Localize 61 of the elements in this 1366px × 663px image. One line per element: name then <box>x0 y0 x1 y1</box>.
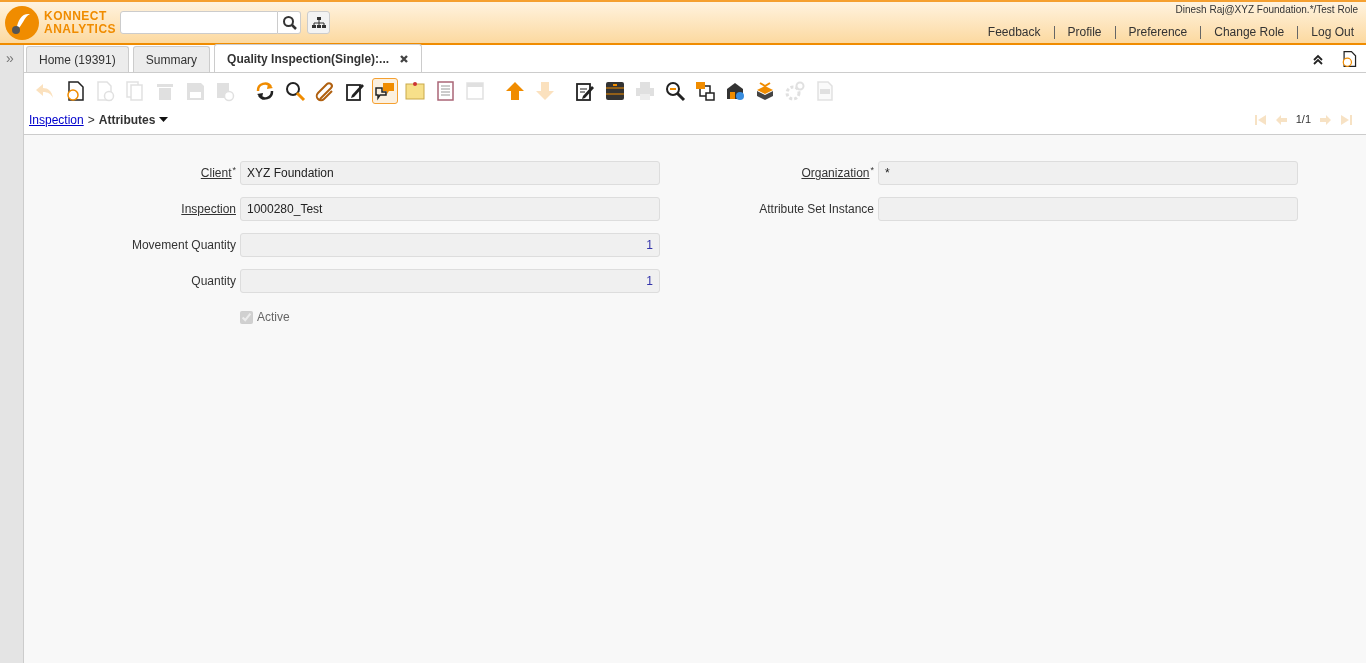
tab-label: Quality Inspection(Single):... <box>227 50 390 68</box>
up-arrow-icon <box>504 80 526 102</box>
chat-bubbles-button[interactable] <box>372 78 398 104</box>
search-button[interactable] <box>278 11 302 34</box>
logo-text: ANALYTICS <box>44 22 117 36</box>
breadcrumb-dropdown[interactable]: Attributes <box>98 110 169 129</box>
header-link[interactable]: Feedback <box>974 26 1054 39</box>
csv-file-icon <box>814 80 836 102</box>
field-label: Attribute Set Instance <box>759 201 874 218</box>
header-link[interactable]: Log Out <box>1297 26 1362 39</box>
calendar-icon <box>464 80 486 102</box>
save-new-icon <box>214 80 236 102</box>
down-arrow-icon <box>534 80 556 102</box>
header-link[interactable]: Profile <box>1053 26 1115 39</box>
field-label: Quantity <box>191 273 236 290</box>
input-field[interactable] <box>878 197 1298 221</box>
user-role-text: Dinesh Raj@XYZ Foundation.*/Test Role <box>1175 3 1359 17</box>
input-field[interactable]: XYZ Foundation <box>240 161 660 185</box>
input-field[interactable]: 1000280_Test <box>240 197 660 221</box>
input-field[interactable]: * <box>878 161 1298 185</box>
logo-mark-icon <box>4 4 40 41</box>
field-label-link[interactable]: Organization <box>801 164 870 182</box>
tab[interactable]: Home (19391) <box>26 46 129 72</box>
caret-icon <box>159 117 169 122</box>
copy-icon <box>124 80 146 102</box>
page-counter: 1/1 <box>1295 112 1311 128</box>
zoom-icon <box>664 80 686 102</box>
breadcrumb-separator: > <box>87 111 95 129</box>
expand-toggle[interactable]: » <box>0 45 14 65</box>
package-icon <box>754 80 776 102</box>
header-link[interactable]: Change Role <box>1200 26 1298 39</box>
search-icon <box>284 80 306 102</box>
search-field[interactable] <box>120 11 279 34</box>
input-field[interactable]: 1 <box>240 269 660 293</box>
product-info-icon <box>724 80 746 102</box>
field-label: Movement Quantity <box>131 237 236 254</box>
printer-icon <box>634 80 656 102</box>
required-mark: * <box>232 164 236 175</box>
required-mark: * <box>870 164 874 177</box>
field-label-link[interactable]: Inspection <box>181 200 236 218</box>
workflow-icon <box>694 80 716 102</box>
checkbox-label: Active <box>257 309 290 326</box>
sticky-note-icon <box>404 80 426 102</box>
tab[interactable]: Summary <box>132 46 211 72</box>
help-document-icon[interactable] <box>1340 49 1358 68</box>
chat-bubbles-icon <box>374 80 396 102</box>
breadcrumb-link[interactable]: Inspection <box>29 110 84 129</box>
tab[interactable]: Quality Inspection(Single):... <box>214 44 423 72</box>
edit-form-icon <box>574 80 596 102</box>
sitemap-button[interactable] <box>307 11 331 34</box>
refresh-icon <box>254 80 276 102</box>
cabinet-icon <box>604 80 626 102</box>
paperclip-icon <box>314 80 336 102</box>
field-label-link[interactable]: Client <box>200 164 232 182</box>
ledger-icon <box>434 80 456 102</box>
header-link[interactable]: Preference <box>1114 26 1201 39</box>
new-record-icon <box>94 80 116 102</box>
help-document-icon <box>64 80 86 102</box>
sitemap-icon <box>311 16 326 29</box>
input-field[interactable]: 1 <box>240 233 660 257</box>
logo-text: KONNECT <box>44 9 108 23</box>
